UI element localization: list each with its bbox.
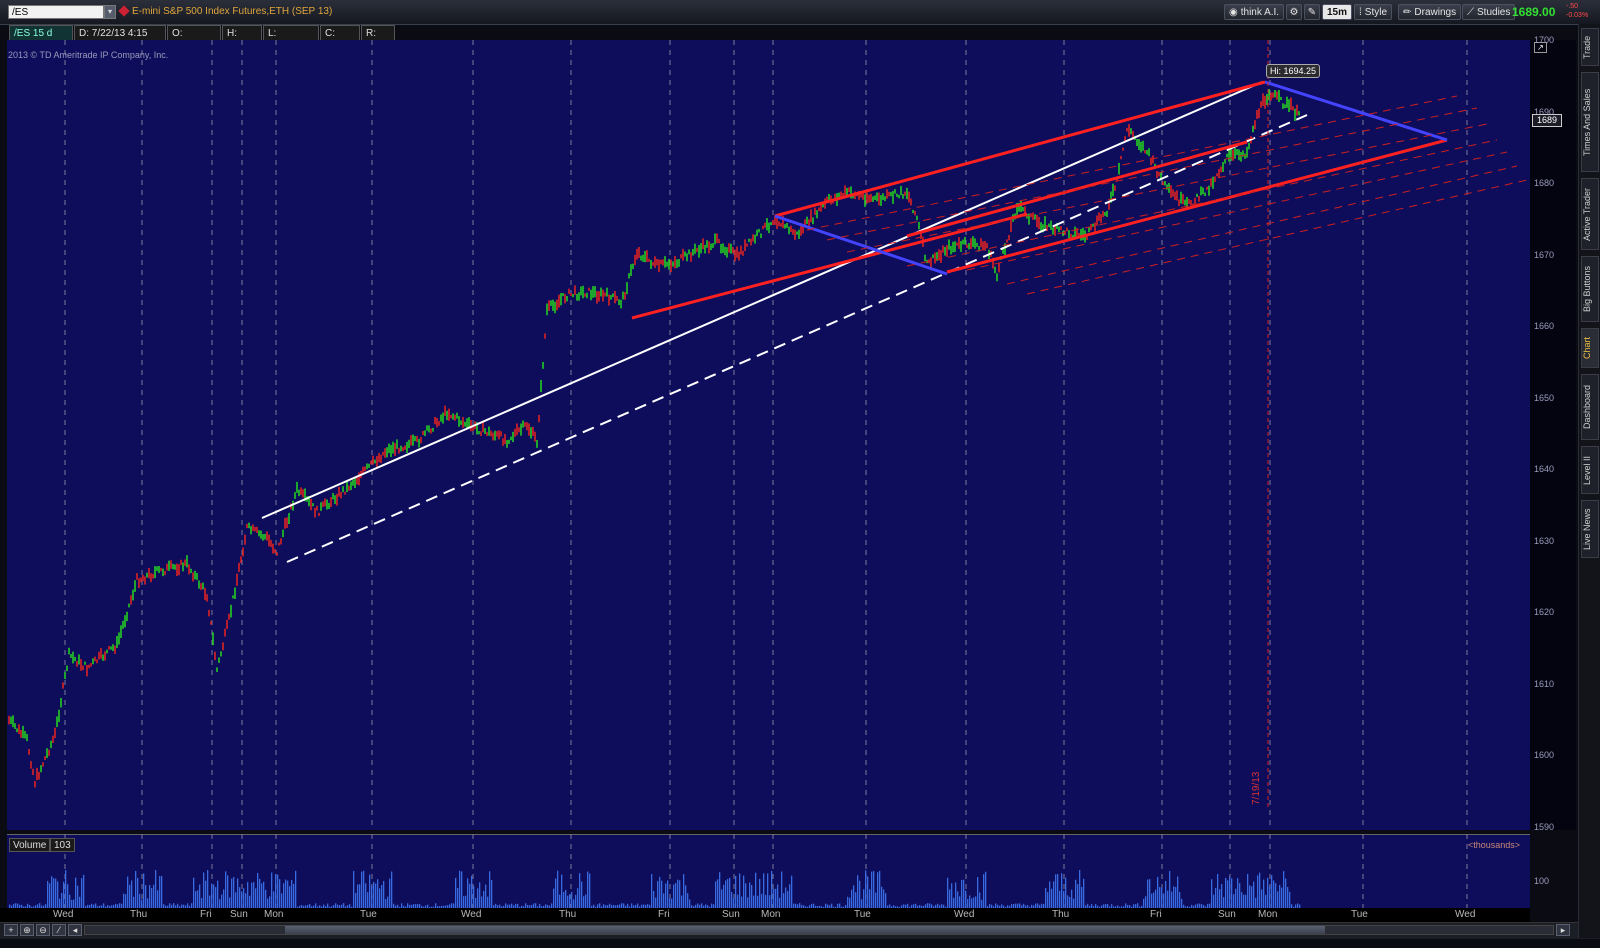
price-axis-label: 1650 [1534,392,1555,403]
futures-icon [118,5,130,17]
time-axis-label: Mon [264,909,284,920]
price-axis-label: 1620 [1534,607,1555,617]
zoom-out-icon[interactable]: ⊖ [36,924,50,936]
price-axis-label: 1640 [1534,464,1555,474]
time-axis-label: Tue [360,909,377,920]
time-axis: Wed Thu Fri Sun Mon Tue Wed Thu Fri Sun Mon Tue Wed T… [0,908,1530,922]
style-icon: ⁞ [1359,7,1362,18]
time-axis-label: Thu [559,909,577,920]
price-axis-label: 1590 [1534,821,1555,832]
time-axis-label: Thu [1052,909,1070,920]
time-axis-label: Fri [1150,909,1162,920]
symbol-description: E-mini S&P 500 Index Futures,ETH (SEP 13… [132,6,333,17]
percent-change: -0.03% [1566,12,1589,19]
price-axis-label: 1630 [1534,535,1555,546]
studies-icon: ⟋ [1467,7,1474,18]
style-menu[interactable]: ⁞ Style [1354,4,1393,20]
time-axis-label: Wed [53,909,74,920]
price-axis-label: 1700 [1534,35,1555,45]
chart-settings-button[interactable]: ⚙ [1286,4,1302,20]
time-axis-label: Wed [1455,909,1476,920]
crosshair-icon[interactable]: + [4,924,18,936]
last-price: 1689.00 [1512,5,1556,19]
sidebar-tab-trade[interactable]: Trade [1581,28,1599,66]
time-axis-label: Fri [200,909,212,920]
time-axis-label: Wed [954,909,975,920]
volume-axis-label: 100 [1534,876,1550,886]
top-toolbar: /ES ▾ E-mini S&P 500 Index Futures,ETH (… [0,0,1600,25]
volume-unit: <thousands> [1468,840,1521,850]
sidebar-tab-live-news[interactable]: Live News [1581,500,1599,558]
symbol-input[interactable]: /ES [8,5,104,19]
time-axis-label: Sun [230,909,248,920]
info-high: H: 1689 [222,25,262,55]
sidebar-tab-active-trader[interactable]: Active Trader [1581,178,1599,250]
wrench-icon: ✎ [1307,7,1317,18]
time-axis-label: Wed [461,909,482,920]
pencil-icon: ✏ [1403,7,1412,18]
zoom-in-icon[interactable]: ⊕ [20,924,34,936]
time-axis-label: Tue [1351,909,1368,920]
chart-background [7,40,1530,830]
price-axis-label: 1670 [1534,249,1555,260]
high-bubble: Hi: 1694.25 [1266,64,1321,78]
price-axis-label: 1600 [1534,750,1555,760]
timeframe-button[interactable]: 15m [1322,4,1353,20]
side-panel-tabs: Trade Times And Sales Active Trader Big But… [1578,24,1600,938]
price-axis-label: 1610 [1534,678,1555,689]
scroll-right-icon[interactable]: ▸ [1556,924,1570,936]
time-axis-label: Tue [854,909,871,920]
volume-value: 103 [50,838,75,852]
price-axis-label: 1680 [1534,178,1555,188]
scroll-left-icon[interactable]: ◂ [68,924,82,936]
sidebar-tab-level-ii[interactable]: Level II [1581,446,1599,494]
date-marker-label: 7/19/13 [1251,771,1262,805]
net-change: -.50 [1566,3,1579,10]
time-axis-label: Sun [722,909,740,920]
wrench-button[interactable]: ✎ [1304,4,1320,20]
volume-label: Volume [9,838,51,852]
think-ai-icon: ◉ [1229,7,1238,18]
draw-line-icon[interactable]: ⁄ [52,924,66,936]
info-symbol-period: /ES 15 d 15m [9,25,73,55]
sidebar-tab-chart[interactable]: Chart [1581,328,1599,368]
sidebar-tab-big-buttons[interactable]: Big Buttons [1581,256,1599,322]
sidebar-tab-dashboard[interactable]: Dashboard [1581,374,1599,440]
time-axis-label: Sun [1218,909,1236,920]
time-scrollbar[interactable] [84,925,1554,935]
studies-menu[interactable]: ⟋ Studies [1462,4,1516,20]
time-axis-label: Mon [1258,909,1278,920]
sidebar-tab-times-and-sales[interactable]: Times And Sales [1581,72,1599,172]
scrollbar-thumb[interactable] [285,926,1325,934]
chart-settings-icon: ⚙ [1289,7,1299,18]
info-date: D: 7/22/13 4:15 AM [74,25,166,55]
time-axis-label: Mon [761,909,781,920]
drawings-menu[interactable]: ✏ Drawings [1398,4,1462,20]
price-axis[interactable]: ↗ 1700 1690 1680 1670 1660 1650 1640 1630 1620 16… [1530,35,1576,832]
symbol-dropdown-icon[interactable]: ▾ [104,5,116,19]
info-range: R: 0.25 [361,25,395,55]
current-price-tag: 1689 [1532,114,1562,127]
info-open: O: 1688.75 [167,25,221,55]
copyright-text: 2013 © TD Ameritrade IP Company, Inc. [8,50,169,60]
info-low: L: 1688.75 [263,25,319,55]
think-ai-button[interactable]: ◉ think A.I. [1224,4,1285,20]
info-close: C: 1689 [320,25,360,55]
price-chart[interactable]: 7/19/13 [7,40,1530,830]
time-axis-label: Thu [130,909,148,920]
time-axis-label: Fri [658,909,670,920]
volume-chart[interactable] [7,834,1530,908]
price-axis-label: 1660 [1534,321,1555,331]
